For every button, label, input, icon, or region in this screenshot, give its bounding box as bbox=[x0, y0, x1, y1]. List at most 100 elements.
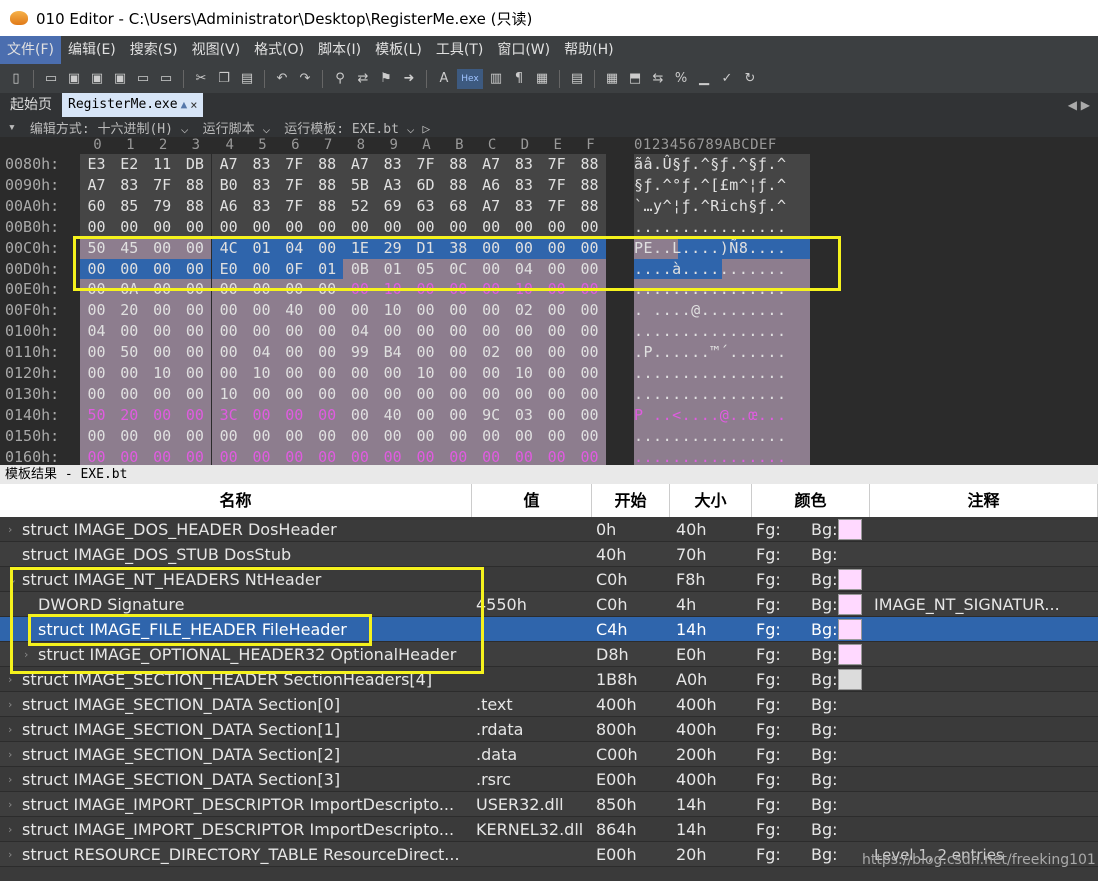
hex-byte[interactable]: 00 bbox=[474, 321, 508, 343]
hex-byte[interactable]: B4 bbox=[376, 342, 410, 364]
hex-byte[interactable]: 0A bbox=[112, 279, 146, 301]
hex-byte[interactable]: 00 bbox=[409, 321, 442, 343]
hex-byte[interactable]: 4C bbox=[212, 237, 246, 259]
hex-byte[interactable]: 10 bbox=[376, 279, 410, 301]
hex-byte[interactable]: 00 bbox=[573, 404, 606, 426]
hex-byte[interactable]: 00 bbox=[277, 279, 311, 301]
hex-byte[interactable]: 00 bbox=[80, 383, 113, 405]
hex-byte[interactable]: 00 bbox=[540, 342, 574, 364]
tab-start-page[interactable]: 起始页 bbox=[0, 93, 62, 117]
hex-byte[interactable]: 00 bbox=[245, 216, 278, 238]
hex-byte[interactable]: 88 bbox=[310, 195, 344, 217]
menu-item-1[interactable]: 编辑(E) bbox=[61, 36, 123, 64]
convert-icon[interactable]: ↻ bbox=[740, 69, 760, 89]
find-icon[interactable]: ⚲ bbox=[330, 69, 350, 89]
hex-byte[interactable]: 00 bbox=[212, 300, 246, 322]
hex-byte[interactable]: 3C bbox=[212, 404, 246, 426]
hex-byte[interactable]: 00 bbox=[245, 404, 278, 426]
hex-byte[interactable]: 83 bbox=[245, 154, 278, 175]
hex-byte[interactable]: 04 bbox=[245, 342, 278, 364]
hex-byte[interactable]: 10 bbox=[376, 300, 410, 322]
ascii-row[interactable]: PE..L....)Ñ8.... bbox=[634, 237, 810, 259]
hex-byte[interactable]: 88 bbox=[310, 154, 344, 175]
hex-byte[interactable]: 00 bbox=[474, 216, 508, 238]
hex-byte[interactable]: 00 bbox=[343, 425, 377, 447]
hex-byte[interactable]: 00 bbox=[178, 279, 212, 301]
hex-byte[interactable]: 83 bbox=[245, 195, 278, 217]
hex-byte[interactable]: 83 bbox=[112, 174, 146, 196]
hex-byte[interactable]: 83 bbox=[376, 154, 410, 175]
color-swatch[interactable] bbox=[838, 519, 862, 540]
hex-byte[interactable]: 85 bbox=[112, 195, 146, 217]
hex-byte[interactable]: 00 bbox=[343, 363, 377, 384]
find-files-icon[interactable]: ⚑ bbox=[376, 69, 396, 89]
hex-byte[interactable]: 00 bbox=[540, 383, 574, 405]
menu-item-7[interactable]: 工具(T) bbox=[429, 36, 490, 64]
hex-byte[interactable]: 29 bbox=[376, 237, 410, 259]
hex-byte[interactable]: 60 bbox=[80, 195, 113, 217]
table-row[interactable]: › struct IMAGE_IMPORT_DESCRIPTOR ImportDe… bbox=[0, 792, 1098, 817]
table-row[interactable]: › struct IMAGE_SECTION_HEADER SectionHead… bbox=[0, 667, 1098, 692]
hex-byte[interactable]: 45 bbox=[112, 237, 146, 259]
hex-byte[interactable]: DB bbox=[178, 154, 212, 175]
menu-item-0[interactable]: 文件(F) bbox=[0, 36, 61, 64]
hex-byte[interactable]: 00 bbox=[376, 321, 410, 343]
menu-item-3[interactable]: 视图(V) bbox=[185, 36, 248, 64]
hex-byte[interactable]: 00 bbox=[178, 321, 212, 343]
hex-byte[interactable]: 7F bbox=[277, 174, 311, 196]
hex-byte[interactable]: 00 bbox=[540, 446, 574, 465]
hex-byte[interactable]: 00 bbox=[145, 446, 179, 465]
hex-byte[interactable]: 00 bbox=[441, 383, 475, 405]
hex-byte[interactable]: 00 bbox=[145, 404, 179, 426]
hex-byte[interactable]: 00 bbox=[474, 383, 508, 405]
hex-byte[interactable]: 04 bbox=[343, 321, 377, 343]
hex-byte[interactable]: 1E bbox=[343, 237, 377, 259]
hex-byte[interactable]: 00 bbox=[80, 363, 113, 384]
expand-arrow-icon[interactable]: › bbox=[8, 517, 12, 542]
hex-byte[interactable]: A6 bbox=[212, 195, 246, 217]
hex-byte[interactable]: 00 bbox=[277, 363, 311, 384]
collapse-icon[interactable]: ▾ bbox=[8, 120, 16, 135]
hex-byte[interactable]: 00 bbox=[112, 363, 146, 384]
replace-icon[interactable]: ⇄ bbox=[353, 69, 373, 89]
hex-byte[interactable]: 00 bbox=[441, 342, 475, 364]
hex-byte[interactable]: 00 bbox=[178, 237, 212, 259]
hex-byte[interactable]: 99 bbox=[343, 342, 377, 364]
hex-byte[interactable]: A7 bbox=[212, 154, 246, 175]
hex-byte[interactable]: 00 bbox=[245, 321, 278, 343]
hex-byte[interactable]: A3 bbox=[376, 174, 410, 196]
hex-byte[interactable]: 52 bbox=[343, 195, 377, 217]
hex-byte[interactable]: 0B bbox=[343, 258, 377, 280]
hex-byte[interactable]: 01 bbox=[310, 258, 344, 280]
hex-byte[interactable]: 00 bbox=[573, 321, 606, 343]
hex-byte[interactable]: 00 bbox=[145, 300, 179, 322]
hex-byte[interactable]: 50 bbox=[80, 404, 113, 426]
copy-files-icon[interactable]: ▭ bbox=[156, 69, 176, 89]
ascii-row[interactable]: §ƒ.^°ƒ.^[£m^¦ƒ.^ bbox=[634, 174, 810, 196]
edit-mode-dropdown[interactable]: 编辑方式: 十六进制(H) ⌵ bbox=[30, 118, 189, 137]
header-value[interactable]: 值 bbox=[472, 484, 592, 517]
hex-byte[interactable]: 00 bbox=[507, 216, 541, 238]
hex-byte[interactable]: 00 bbox=[178, 342, 212, 364]
hex-byte[interactable]: 00 bbox=[310, 383, 344, 405]
hex-byte[interactable]: 00 bbox=[178, 404, 212, 426]
hex-byte[interactable]: 00 bbox=[80, 446, 113, 465]
hex-byte[interactable]: 00 bbox=[507, 425, 541, 447]
hex-byte[interactable]: 83 bbox=[245, 174, 278, 196]
header-comment[interactable]: 注释 bbox=[870, 484, 1098, 517]
hex-byte[interactable]: 00 bbox=[540, 321, 574, 343]
hex-byte[interactable]: 88 bbox=[573, 174, 606, 196]
hex-byte[interactable]: 00 bbox=[441, 216, 475, 238]
hex-byte[interactable]: 00 bbox=[540, 404, 574, 426]
color-swatch[interactable] bbox=[838, 569, 862, 590]
hex-byte[interactable]: 88 bbox=[573, 154, 606, 175]
ascii-row[interactable]: `…y^¦ƒ.^Rich§ƒ.^ bbox=[634, 195, 810, 217]
hex-byte[interactable]: 00 bbox=[573, 279, 606, 301]
hex-byte[interactable]: 00 bbox=[343, 300, 377, 322]
hex-byte[interactable]: A7 bbox=[474, 195, 508, 217]
hex-byte[interactable]: 00 bbox=[145, 321, 179, 343]
hex-byte[interactable]: 00 bbox=[409, 404, 442, 426]
hex-byte[interactable]: 00 bbox=[277, 425, 311, 447]
expand-arrow-icon[interactable]: ⌄ bbox=[8, 567, 17, 592]
expand-arrow-icon[interactable]: › bbox=[8, 767, 12, 792]
